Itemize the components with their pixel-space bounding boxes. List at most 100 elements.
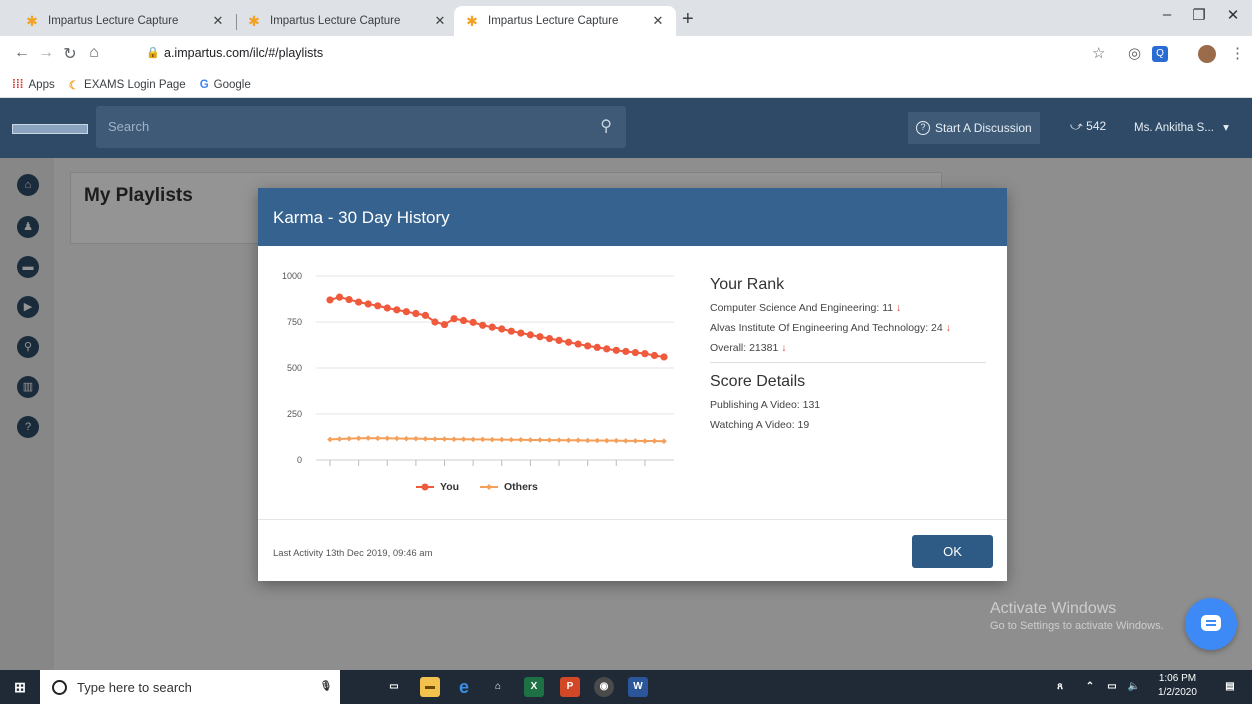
rank-panel: Your Rank Computer Science And Engineeri… xyxy=(710,276,986,439)
data-point xyxy=(526,331,534,339)
karma-indicator[interactable]: ⤻ 542 xyxy=(1070,119,1106,134)
notifications-icon[interactable]: ▤ xyxy=(1220,677,1240,697)
bookmark-exams[interactable]: ☾ EXAMS Login Page xyxy=(69,78,186,92)
windows-start-icon[interactable]: ⊞ xyxy=(10,677,30,697)
data-point xyxy=(507,327,515,335)
new-tab-icon[interactable]: + xyxy=(682,8,694,31)
restore-icon[interactable]: ❐ xyxy=(1184,6,1214,24)
legend-marker xyxy=(421,483,429,491)
data-point xyxy=(651,438,658,444)
last-activity: Last Activity 13th Dec 2019, 09:46 am xyxy=(273,548,433,559)
browser-tab[interactable]: ✱ Impartus Lecture Capture ✕ xyxy=(14,6,236,36)
impartus-favicon-icon: ✱ xyxy=(466,13,478,29)
data-point xyxy=(470,436,476,443)
rank-item: Alvas Institute Of Engineering And Techn… xyxy=(710,322,986,334)
ok-button[interactable]: OK xyxy=(912,535,993,568)
profile-avatar[interactable] xyxy=(1198,45,1216,63)
data-point xyxy=(660,353,668,361)
edge-icon[interactable]: e xyxy=(454,677,474,697)
bookmark-google[interactable]: G Google xyxy=(200,79,251,91)
minimize-icon[interactable]: – xyxy=(1152,6,1182,23)
data-point xyxy=(565,437,572,444)
close-tab-icon[interactable]: ✕ xyxy=(650,13,666,29)
data-point xyxy=(432,436,438,442)
data-point xyxy=(383,304,391,312)
data-point xyxy=(393,306,401,314)
address-bar: ← → ↻ ⌂ 🔒 a.impartus.com/ilc/#/playlists… xyxy=(0,36,1252,72)
start-discussion-button[interactable]: ? Start A Discussion xyxy=(908,112,1040,144)
reload-icon[interactable]: ↻ xyxy=(60,44,80,64)
data-point xyxy=(537,437,543,443)
close-tab-icon[interactable]: ✕ xyxy=(210,13,226,29)
taskbar-search-input[interactable]: Type here to search xyxy=(40,670,340,704)
trend-icon: ⤻ xyxy=(1070,119,1083,133)
data-point xyxy=(556,437,562,443)
impartus-favicon-icon: ✱ xyxy=(26,13,38,29)
data-point xyxy=(364,300,372,308)
activate-title: Activate Windows xyxy=(990,600,1117,617)
url-field[interactable]: a.impartus.com/ilc/#/playlists xyxy=(164,46,323,60)
bookmarks-bar: ⁞⁞⁞ Apps ☾ EXAMS Login Page G Google xyxy=(0,72,1252,98)
home-icon[interactable]: ⌂ xyxy=(84,44,104,62)
browser-tab-bar: ✱ Impartus Lecture Capture ✕ ✱ Impartus … xyxy=(0,0,1252,36)
chrome-icon[interactable]: ◉ xyxy=(594,677,614,697)
data-point xyxy=(355,435,362,442)
clock[interactable]: 1:06 PM 1/2/2020 xyxy=(1158,672,1197,700)
data-point xyxy=(336,436,343,442)
extension-icon[interactable]: ◎ xyxy=(1128,44,1141,62)
file-explorer-icon[interactable]: ▬ xyxy=(420,677,440,697)
data-point xyxy=(650,351,659,360)
search-icon[interactable]: ⚲ xyxy=(600,116,612,136)
back-icon[interactable]: ← xyxy=(12,44,32,62)
rank-text: Computer Science And Engineering: 11 xyxy=(710,302,894,314)
volume-muted-icon[interactable]: 🔈 xyxy=(1124,677,1144,697)
arrow-down-icon: ↓ xyxy=(896,302,902,314)
close-tab-icon[interactable]: ✕ xyxy=(432,13,448,29)
store-icon[interactable]: ⌂ xyxy=(488,677,508,697)
data-point xyxy=(441,436,448,442)
data-point xyxy=(536,333,544,341)
search-input[interactable]: Search ⚲ xyxy=(96,106,626,148)
rank-item: Computer Science And Engineering: 11 ↓ xyxy=(710,302,986,314)
network-icon[interactable]: ▭ xyxy=(1102,677,1122,697)
impartus-favicon-icon: ✱ xyxy=(248,13,260,29)
legend-label: Others xyxy=(504,481,538,493)
extension-q-icon[interactable]: Q xyxy=(1152,46,1168,62)
microphone-icon[interactable]: 🎙 xyxy=(316,677,336,697)
browser-tab[interactable]: ✱ Impartus Lecture Capture ✕ xyxy=(236,6,458,36)
tray-chevron-icon[interactable]: ⌃ xyxy=(1080,677,1100,697)
data-point xyxy=(641,350,649,358)
data-point xyxy=(327,436,333,443)
data-point xyxy=(346,435,352,442)
bookmark-label: Google xyxy=(213,78,251,91)
user-menu[interactable]: Ms. Ankitha S... ▾ xyxy=(1134,120,1229,134)
bookmark-apps[interactable]: ⁞⁞⁞ Apps xyxy=(12,79,55,91)
institute-logo[interactable] xyxy=(12,124,88,134)
tab-title: Impartus Lecture Capture xyxy=(48,15,179,27)
data-point xyxy=(422,436,429,442)
data-point xyxy=(489,436,496,443)
data-point xyxy=(517,329,525,337)
data-point xyxy=(642,438,648,444)
forward-icon[interactable]: → xyxy=(36,44,56,62)
score-item: Watching A Video: 19 xyxy=(710,419,810,431)
word-icon[interactable]: W xyxy=(628,677,648,697)
rank-text: Overall: 21381 xyxy=(710,342,779,354)
browser-tab-active[interactable]: ✱ Impartus Lecture Capture ✕ xyxy=(454,6,676,36)
data-point xyxy=(518,436,524,443)
bookmark-star-icon[interactable]: ☆ xyxy=(1092,44,1105,62)
chat-button[interactable] xyxy=(1185,598,1237,650)
excel-icon[interactable]: X xyxy=(524,677,544,697)
google-icon: G xyxy=(199,78,209,91)
data-point xyxy=(355,298,363,306)
app-header: Search ⚲ ? Start A Discussion ⤻ 542 Ms. … xyxy=(0,98,1252,158)
clock-date: 1/2/2020 xyxy=(1158,687,1197,698)
cortana-icon xyxy=(52,679,67,695)
task-view-icon[interactable]: ▭ xyxy=(384,677,404,697)
data-point xyxy=(413,435,419,442)
karma-history-modal: Karma - 30 Day History 0 250 500 750 1000 You… xyxy=(258,188,1007,581)
menu-kebab-icon[interactable]: ⋮ xyxy=(1230,44,1245,62)
window-close-icon[interactable]: ✕ xyxy=(1218,6,1248,24)
people-icon[interactable]: ጸ xyxy=(1050,677,1070,697)
powerpoint-icon[interactable]: P xyxy=(560,677,580,697)
